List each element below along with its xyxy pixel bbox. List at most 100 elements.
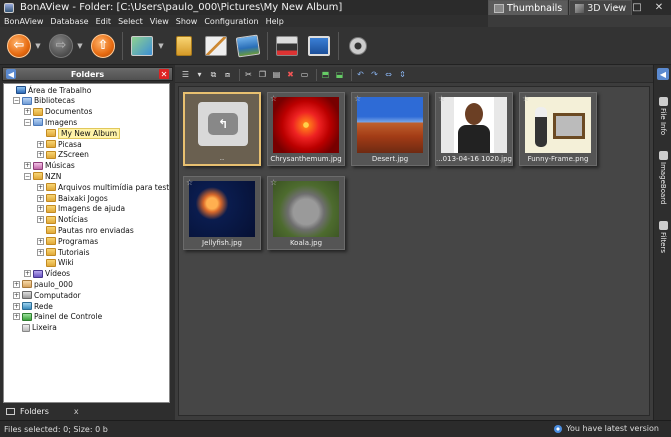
screen-button[interactable] — [306, 33, 332, 59]
tab-imageboard[interactable]: ImageBoard — [656, 151, 670, 205]
menu-configuration[interactable]: Configuration — [204, 17, 258, 26]
expand-icon[interactable]: + — [13, 313, 20, 321]
folders-bottom-tab[interactable]: Folders x — [2, 405, 82, 418]
collapse-icon[interactable]: − — [24, 172, 31, 180]
expand-icon[interactable]: + — [37, 205, 44, 213]
expand-icon[interactable]: + — [24, 270, 31, 278]
minimize-button[interactable]: – — [607, 0, 627, 15]
tab-filters[interactable]: Filters — [656, 221, 670, 253]
tree-item[interactable]: Wiki — [37, 258, 74, 268]
forward-button[interactable]: ⇨ — [48, 33, 74, 59]
thumbnail-item[interactable]: ☆ Desert.jpg — [351, 92, 429, 166]
menu-show[interactable]: Show — [176, 17, 198, 26]
up-button[interactable]: ⇧ — [90, 33, 116, 59]
copy-icon[interactable]: ❐ — [257, 69, 268, 80]
thumbnail-item[interactable]: ↰.. — [183, 92, 261, 166]
open-folder-button[interactable] — [171, 33, 197, 59]
flip-vertical-icon[interactable]: ⇕ — [397, 69, 408, 80]
maximize-button[interactable]: □ — [627, 0, 647, 15]
tree-item[interactable]: + Tutoriais — [37, 247, 89, 257]
thumbnail-item[interactable]: ☆ Chrysanthemum.jpg — [267, 92, 345, 166]
star-icon[interactable]: ☆ — [354, 94, 361, 103]
tree-item[interactable]: + Vídeos — [24, 269, 70, 279]
delete-icon[interactable]: ✖ — [285, 69, 296, 80]
thumbnail-item[interactable]: ☆ Koala.jpg — [267, 176, 345, 250]
close-tab-icon[interactable]: x — [74, 407, 79, 416]
expand-icon[interactable]: + — [13, 291, 20, 299]
tree-item[interactable]: + Picasa — [37, 139, 82, 149]
move-to-icon[interactable]: ⧈ — [222, 69, 233, 80]
expand-icon[interactable]: + — [37, 151, 44, 159]
close-button[interactable]: ✕ — [647, 0, 671, 15]
collapse-icon[interactable]: − — [24, 118, 31, 126]
tab-thumbnails[interactable]: Thumbnails — [488, 0, 569, 15]
print-button[interactable] — [274, 33, 300, 59]
tree-item[interactable]: + Painel de Controle — [13, 312, 102, 322]
export-icon[interactable]: ⬒ — [320, 69, 331, 80]
tree-item[interactable]: + Arquivos multimídia para teste — [37, 182, 169, 192]
thumbnail-item[interactable]: ☆ ...013-04-16 1020.jpg — [435, 92, 513, 166]
menu-select[interactable]: Select — [118, 17, 143, 26]
tree-item[interactable]: + Músicas — [24, 161, 75, 171]
tree-item[interactable]: − Imagens — [24, 117, 77, 127]
tree-item[interactable]: − Bibliotecas — [13, 96, 75, 106]
menu-help[interactable]: Help — [266, 17, 284, 26]
tree-item[interactable]: + Baixaki Jogos — [37, 193, 108, 203]
tree-item[interactable]: Lixeira — [13, 323, 57, 333]
tree-item[interactable]: Pautas nro enviadas — [37, 225, 134, 235]
menu-view[interactable]: View — [150, 17, 169, 26]
edit-image-button[interactable] — [203, 33, 229, 59]
forward-dropdown[interactable]: ▼ — [76, 33, 84, 59]
rotate-right-icon[interactable]: ↷ — [369, 69, 380, 80]
tree-item[interactable]: + Rede — [13, 301, 53, 311]
tree-item[interactable]: + Programas — [37, 236, 98, 246]
menu-edit[interactable]: Edit — [96, 17, 112, 26]
expand-icon[interactable]: + — [37, 194, 44, 202]
slideshow-button[interactable] — [235, 33, 261, 59]
cut-icon[interactable]: ✂ — [243, 69, 254, 80]
collapse-right-icon[interactable]: ◀ — [657, 68, 669, 80]
tree-item[interactable]: Área de Trabalho — [7, 85, 91, 95]
expand-icon[interactable]: + — [37, 237, 44, 245]
star-icon[interactable]: ☆ — [438, 94, 445, 103]
copy-to-icon[interactable]: ⧉ — [208, 69, 219, 80]
tree-item[interactable]: + Documentos — [24, 107, 92, 117]
settings-button[interactable] — [345, 33, 371, 59]
thumbnail-item[interactable]: ☆ Jellyfish.jpg — [183, 176, 261, 250]
star-icon[interactable]: ☆ — [522, 94, 529, 103]
import-icon[interactable]: ⬓ — [334, 69, 345, 80]
pin-icon[interactable]: ◀ — [6, 69, 16, 79]
view-mode-dropdown[interactable]: ▾ — [194, 69, 205, 80]
expand-icon[interactable]: + — [37, 248, 44, 256]
flip-horizontal-icon[interactable]: ⇔ — [383, 69, 394, 80]
tree-item[interactable]: My New Album — [37, 127, 121, 139]
close-panel-icon[interactable]: ✕ — [159, 69, 169, 79]
expand-icon[interactable]: + — [37, 140, 44, 148]
rename-icon[interactable]: ▭ — [299, 69, 310, 80]
tree-item[interactable]: + Imagens de ajuda — [37, 204, 125, 214]
tree-item[interactable]: + Notícias — [37, 215, 88, 225]
star-icon[interactable]: ☆ — [186, 178, 193, 187]
menu-bonaview[interactable]: BonAView — [4, 17, 43, 26]
expand-icon[interactable]: + — [24, 162, 31, 170]
star-icon[interactable]: ☆ — [270, 94, 277, 103]
expand-icon[interactable]: + — [24, 108, 31, 116]
add-to-album-button[interactable] — [129, 33, 155, 59]
star-icon[interactable]: ☆ — [270, 178, 277, 187]
tree-item[interactable]: − NZN — [24, 171, 61, 181]
expand-icon[interactable]: + — [37, 183, 44, 191]
expand-icon[interactable]: + — [13, 280, 20, 288]
paste-icon[interactable]: ▤ — [271, 69, 282, 80]
view-mode-icon[interactable]: ☰ — [180, 69, 191, 80]
tree-item[interactable]: + ZScreen — [37, 150, 89, 160]
tree-item[interactable]: + paulo_000 — [13, 279, 73, 289]
rotate-left-icon[interactable]: ↶ — [355, 69, 366, 80]
album-dropdown[interactable]: ▼ — [157, 33, 165, 59]
tree-item[interactable]: + Computador — [13, 290, 81, 300]
menu-database[interactable]: Database — [50, 17, 88, 26]
back-button[interactable]: ⇦ — [6, 33, 32, 59]
expand-icon[interactable]: + — [13, 302, 20, 310]
tab-file-info[interactable]: File Info — [656, 97, 670, 135]
collapse-icon[interactable]: − — [13, 97, 20, 105]
back-dropdown[interactable]: ▼ — [34, 33, 42, 59]
